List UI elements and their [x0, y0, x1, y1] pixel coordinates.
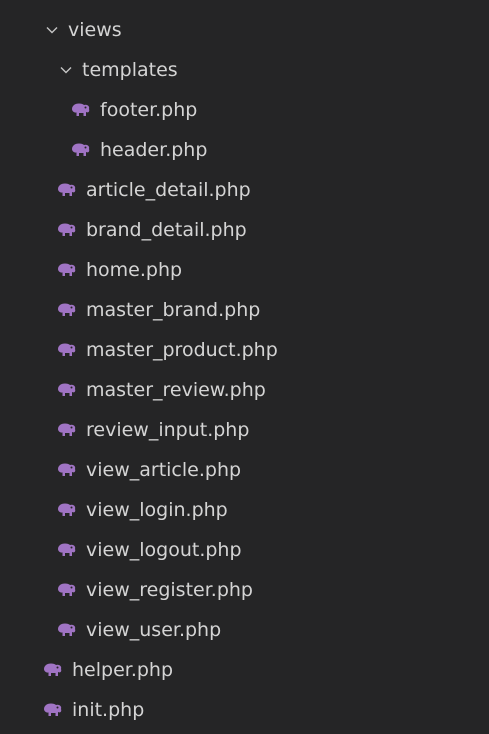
file-label: view_logout.php — [86, 539, 242, 561]
chevron-down-icon[interactable] — [44, 22, 60, 38]
file-view-register-php[interactable]: view_register.php — [0, 570, 489, 610]
file-view-user-php[interactable]: view_user.php — [0, 610, 489, 650]
file-label: helper.php — [72, 659, 174, 681]
file-master-product-php[interactable]: master_product.php — [0, 330, 489, 370]
php-elephant-icon — [56, 382, 78, 398]
php-elephant-icon — [70, 142, 92, 158]
chevron-down-icon[interactable] — [58, 62, 74, 78]
php-elephant-icon — [56, 422, 78, 438]
php-elephant-icon — [56, 622, 78, 638]
file-master-brand-php[interactable]: master_brand.php — [0, 290, 489, 330]
php-elephant-icon — [56, 502, 78, 518]
file-view-login-php[interactable]: view_login.php — [0, 490, 489, 530]
folder-views[interactable]: views — [0, 10, 489, 50]
php-elephant-icon — [56, 582, 78, 598]
file-view-article-php[interactable]: view_article.php — [0, 450, 489, 490]
php-elephant-icon — [70, 102, 92, 118]
file-label: master_product.php — [86, 339, 278, 361]
folder-label: templates — [82, 59, 178, 81]
file-init-php[interactable]: init.php — [0, 690, 489, 730]
php-elephant-icon — [56, 302, 78, 318]
php-elephant-icon — [56, 222, 78, 238]
file-brand-detail-php[interactable]: brand_detail.php — [0, 210, 489, 250]
folder-label: views — [68, 19, 122, 41]
php-elephant-icon — [56, 182, 78, 198]
file-explorer: views templates footer.php header.php ar… — [0, 0, 489, 734]
file-label: brand_detail.php — [86, 219, 247, 241]
file-helper-php[interactable]: helper.php — [0, 650, 489, 690]
php-elephant-icon — [56, 262, 78, 278]
php-elephant-icon — [56, 342, 78, 358]
file-label: article_detail.php — [86, 179, 251, 201]
php-elephant-icon — [42, 662, 64, 678]
file-label: footer.php — [100, 99, 198, 121]
file-label: header.php — [100, 139, 208, 161]
file-label: view_login.php — [86, 499, 228, 521]
file-label: view_article.php — [86, 459, 242, 481]
file-view-logout-php[interactable]: view_logout.php — [0, 530, 489, 570]
file-label: master_brand.php — [86, 299, 261, 321]
folder-templates[interactable]: templates — [0, 50, 489, 90]
file-master-review-php[interactable]: master_review.php — [0, 370, 489, 410]
file-home-php[interactable]: home.php — [0, 250, 489, 290]
file-label: review_input.php — [86, 419, 250, 441]
file-article-detail-php[interactable]: article_detail.php — [0, 170, 489, 210]
php-elephant-icon — [56, 542, 78, 558]
file-review-input-php[interactable]: review_input.php — [0, 410, 489, 450]
file-label: init.php — [72, 699, 145, 721]
file-label: home.php — [86, 259, 183, 281]
file-label: view_register.php — [86, 579, 253, 601]
file-footer-php[interactable]: footer.php — [0, 90, 489, 130]
file-label: view_user.php — [86, 619, 222, 641]
php-elephant-icon — [42, 702, 64, 718]
file-header-php[interactable]: header.php — [0, 130, 489, 170]
file-label: master_review.php — [86, 379, 266, 401]
php-elephant-icon — [56, 462, 78, 478]
